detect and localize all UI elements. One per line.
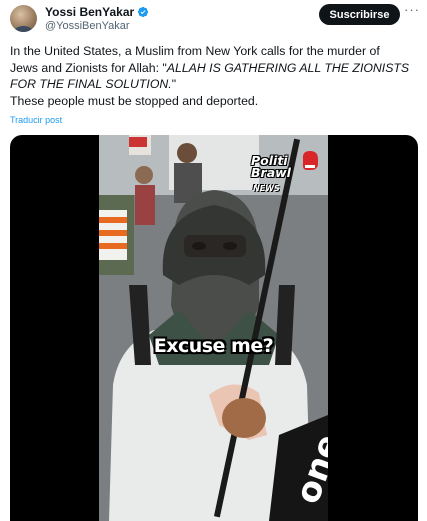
tweet-text-quote-end: " (171, 77, 177, 91)
video-player[interactable]: one Politi Brawl NEWS Excuse me? (10, 135, 418, 521)
tweet-text-conclusion: These people must be stopped and deporte… (10, 93, 259, 108)
tweet-text: In the United States, a Muslim from New … (10, 43, 410, 109)
news-logo-sub: NEWS (253, 184, 280, 193)
video-frame[interactable]: one Politi Brawl NEWS Excuse me? (99, 135, 328, 521)
author-name-row[interactable]: Yossi BenYakar (45, 5, 149, 19)
news-logo: Politi Brawl NEWS (251, 149, 323, 199)
news-logo-text: Politi Brawl (251, 153, 291, 180)
subscribe-button[interactable]: Suscribirse (319, 4, 400, 25)
author-handle[interactable]: @YossiBenYakar (45, 20, 130, 32)
author-avatar[interactable] (10, 5, 37, 32)
author-display-name[interactable]: Yossi BenYakar (45, 5, 134, 19)
video-caption: Excuse me? (153, 335, 274, 357)
more-options-icon[interactable]: ··· (404, 3, 420, 19)
translate-post-link[interactable]: Traducir post (10, 115, 62, 125)
verified-badge-icon (138, 6, 149, 18)
boxing-glove-icon (302, 151, 318, 170)
